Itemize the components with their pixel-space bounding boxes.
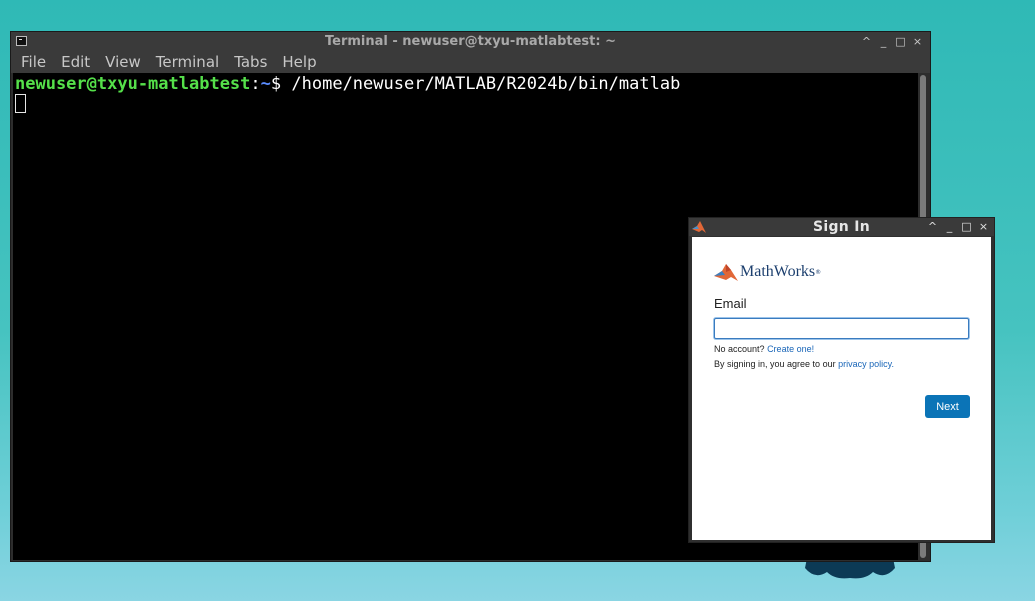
minimize-window-icon[interactable]: _: [877, 33, 890, 50]
menu-help[interactable]: Help: [282, 52, 316, 73]
email-label: Email: [714, 296, 747, 311]
menu-file[interactable]: File: [21, 52, 46, 73]
brand-mark: ®: [815, 268, 822, 276]
create-account-link[interactable]: Create one!: [767, 344, 814, 354]
close-window-icon[interactable]: ×: [977, 218, 990, 236]
menu-edit[interactable]: Edit: [61, 52, 90, 73]
mathworks-logo: MathWorks ®: [714, 262, 821, 282]
prompt-colon: :: [250, 74, 261, 94]
maximize-window-icon[interactable]: □: [960, 218, 973, 236]
close-window-icon[interactable]: ×: [911, 33, 924, 50]
email-field[interactable]: [714, 318, 969, 339]
agreement-text: By signing in, you agree to our: [714, 359, 836, 369]
terminal-menubar: File Edit View Terminal Tabs Help: [11, 52, 930, 73]
brand-name: MathWorks: [740, 263, 816, 280]
menu-view[interactable]: View: [105, 52, 141, 73]
command-text: /home/newuser/MATLAB/R2024b/bin/matlab: [291, 74, 681, 94]
prompt-path: ~: [260, 74, 271, 94]
signin-body: MathWorks ® Email No account? Create one!…: [692, 237, 991, 540]
maximize-window-icon[interactable]: □: [894, 33, 907, 50]
terminal-title: Terminal - newuser@txyu-matlabtest: ~: [325, 34, 616, 49]
minimize-window-icon[interactable]: _: [943, 218, 956, 236]
signin-titlebar[interactable]: Sign In ^ _ □ ×: [689, 218, 994, 236]
signin-window[interactable]: Sign In ^ _ □ × MathWorks ® Email No acco…: [688, 217, 995, 543]
privacy-policy-link[interactable]: privacy policy.: [838, 359, 894, 369]
prompt-line: newuser@txyu-matlabtest:~$ /home/newuser…: [15, 74, 680, 94]
agreement-line: By signing in, you agree to our privacy …: [714, 359, 894, 369]
menu-terminal[interactable]: Terminal: [156, 52, 219, 73]
membrane-logo-icon: [714, 264, 738, 281]
no-account-line: No account? Create one!: [714, 344, 814, 354]
shade-window-icon[interactable]: ^: [860, 33, 873, 50]
menu-tabs[interactable]: Tabs: [234, 52, 267, 73]
shade-window-icon[interactable]: ^: [926, 218, 939, 236]
next-button[interactable]: Next: [925, 395, 970, 418]
text-cursor: [15, 94, 26, 113]
no-account-text: No account?: [714, 344, 765, 354]
terminal-titlebar[interactable]: Terminal - newuser@txyu-matlabtest: ~ ^ …: [11, 32, 930, 52]
prompt-symbol: $: [270, 74, 292, 94]
prompt-user-host: newuser@txyu-matlabtest: [15, 74, 251, 94]
